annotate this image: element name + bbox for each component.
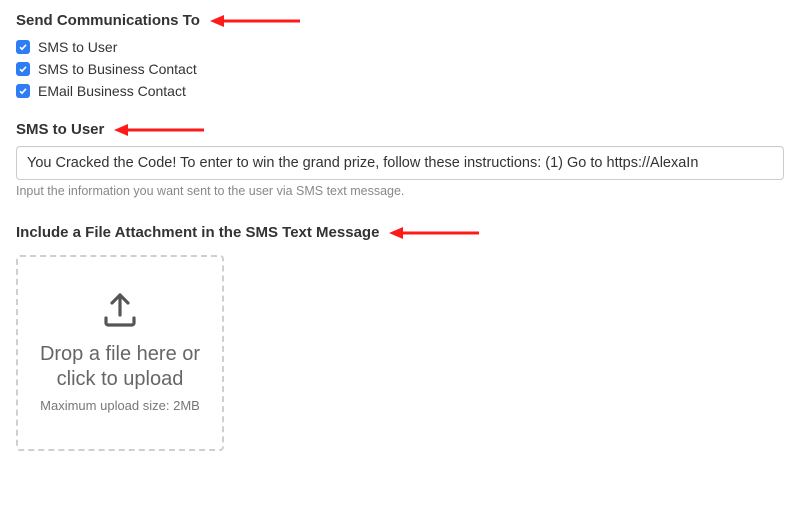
arrow-left-icon [114,123,204,137]
checkbox-row-sms-business: SMS to Business Contact [16,61,784,77]
checkbox-label-email-business: EMail Business Contact [38,83,186,99]
attachment-heading-row: Include a File Attachment in the SMS Tex… [16,224,784,241]
file-dropzone[interactable]: Drop a file here or click to upload Maxi… [16,255,224,451]
send-communications-heading: Send Communications To [16,12,200,29]
sms-to-user-heading: SMS to User [16,121,104,138]
dropzone-main-text: Drop a file here or click to upload [28,342,212,392]
checkbox-sms-user[interactable] [16,40,30,54]
arrow-left-icon [389,226,479,240]
checkbox-row-email-business: EMail Business Contact [16,83,784,99]
checkbox-email-business[interactable] [16,84,30,98]
checkbox-sms-business[interactable] [16,62,30,76]
send-communications-heading-row: Send Communications To [16,12,784,29]
sms-to-user-input[interactable] [16,146,784,180]
checkbox-label-sms-user: SMS to User [38,39,117,55]
send-communications-checkbox-group: SMS to User SMS to Business Contact EMai… [16,39,784,99]
attachment-heading: Include a File Attachment in the SMS Tex… [16,224,379,241]
sms-to-user-heading-row: SMS to User [16,121,784,138]
sms-to-user-help-text: Input the information you want sent to t… [16,184,784,198]
dropzone-sub-text: Maximum upload size: 2MB [40,398,200,415]
checkbox-row-sms-user: SMS to User [16,39,784,55]
arrow-left-icon [210,14,300,28]
checkbox-label-sms-business: SMS to Business Contact [38,61,197,77]
upload-icon [100,291,140,334]
